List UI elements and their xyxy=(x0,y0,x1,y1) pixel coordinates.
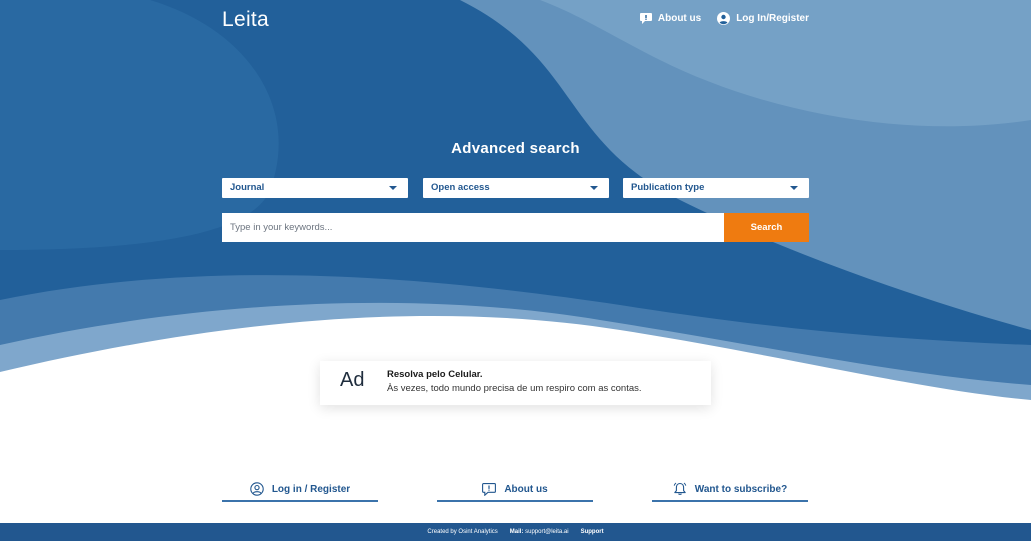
user-circle-icon xyxy=(717,12,731,25)
search-input[interactable] xyxy=(222,213,724,242)
footer-link-about-us-label: About us xyxy=(504,483,548,495)
footer-created-by: Created by Osint Analytics xyxy=(427,529,498,535)
nav-login-register[interactable]: Log In/Register xyxy=(717,12,809,25)
nav-login-register-label: Log In/Register xyxy=(736,13,809,24)
search-button[interactable]: Search xyxy=(724,213,809,242)
top-nav: About us Log In/Register xyxy=(639,12,809,25)
nav-about-us[interactable]: About us xyxy=(639,13,702,24)
nav-about-us-label: About us xyxy=(657,13,702,24)
open-access-select[interactable]: Open access xyxy=(423,178,609,198)
footer-mail-address[interactable]: support@leita.ai xyxy=(525,529,568,535)
bell-icon xyxy=(673,482,687,495)
speech-bubble-icon xyxy=(482,482,497,496)
publication-type-select[interactable]: Publication type xyxy=(623,178,809,198)
publication-type-select-label: Publication type xyxy=(631,182,705,193)
journal-select-label: Journal xyxy=(230,182,265,193)
footer-link-login-register-label: Log in / Register xyxy=(271,483,351,495)
chevron-down-icon xyxy=(790,186,798,190)
hero-banner xyxy=(0,0,1031,400)
page-title: Advanced search xyxy=(451,140,580,157)
chevron-down-icon xyxy=(389,186,397,190)
footer-link-subscribe-label: Want to subscribe? xyxy=(694,483,788,495)
open-access-select-label: Open access xyxy=(431,182,490,193)
ad-tag: Ad xyxy=(340,369,365,391)
footer-link-about-us[interactable]: About us xyxy=(437,478,593,502)
footer-bar: Created by Osint Analytics Mail: support… xyxy=(0,523,1031,541)
footer-mail: Mail: support@leita.ai xyxy=(510,529,569,535)
user-circle-icon xyxy=(250,482,264,496)
footer-mail-label: Mail: xyxy=(509,529,524,535)
footer-link-subscribe[interactable]: Want to subscribe? xyxy=(652,478,808,502)
ad-title: Resolva pelo Celular. xyxy=(387,369,483,380)
chevron-down-icon xyxy=(590,186,598,190)
ad-banner[interactable]: Ad Resolva pelo Celular. Às vezes, todo … xyxy=(320,361,711,405)
speech-bubble-icon xyxy=(639,13,652,24)
logo[interactable]: Leita xyxy=(222,8,269,32)
journal-select[interactable]: Journal xyxy=(222,178,408,198)
footer-support-link[interactable]: Support xyxy=(581,529,604,535)
ad-text: Às vezes, todo mundo precisa de um respi… xyxy=(387,383,642,394)
hero-wave-background xyxy=(0,0,1031,400)
footer-link-login-register[interactable]: Log in / Register xyxy=(222,478,378,502)
